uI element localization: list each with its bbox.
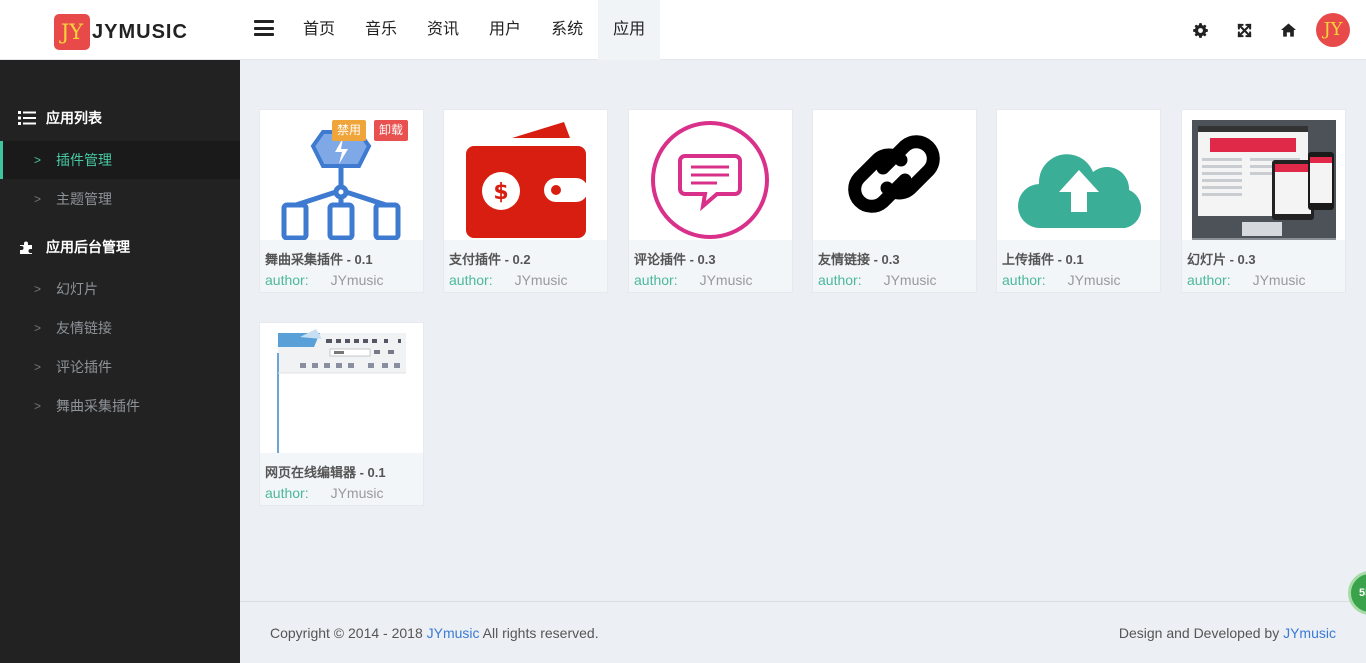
sidebar-item-label: 主题管理 [56, 191, 112, 207]
comment-icon [651, 121, 769, 239]
credit: Design and Developed by JYmusic [1118, 625, 1336, 641]
plugin-card[interactable]: 禁用 卸载 舞曲采集插件 - 0.1 author: JYmusic [259, 109, 424, 293]
plugin-title: 上传插件 - 0.1 [1002, 252, 1084, 267]
plugin-title: 舞曲采集插件 - 0.1 [265, 252, 373, 267]
sidebar-group-app-list: 应用列表 [18, 108, 102, 128]
chevron-right-icon: > [34, 282, 42, 296]
plugin-thumbnail: 禁用 卸载 [260, 110, 423, 240]
credit-link[interactable]: JYmusic [1283, 625, 1336, 641]
plugin-title: 友情链接 - 0.3 [818, 252, 900, 267]
sidebar-item-plugin-manage[interactable]: > 插件管理 [0, 141, 240, 179]
nav-item-system[interactable]: 系统 [536, 0, 598, 60]
chevron-right-icon: > [34, 192, 42, 206]
plugin-author: author: JYmusic [265, 485, 384, 501]
sidebar-group-label: 应用后台管理 [46, 239, 130, 255]
logo-mark: JY [54, 14, 90, 50]
chevron-right-icon: > [34, 399, 42, 413]
plugin-title: 幻灯片 - 0.3 [1187, 252, 1256, 267]
plugin-thumbnail [997, 110, 1160, 240]
link-icon [848, 135, 940, 213]
plugin-author: author: JYmusic [1002, 272, 1121, 288]
plugin-author: author: JYmusic [1187, 272, 1306, 288]
sidebar: 应用列表 > 插件管理 > 主题管理 应用后台管理 > 幻灯片 > 友情链接 >… [0, 60, 240, 663]
sidebar-group-app-admin: 应用后台管理 [18, 237, 130, 257]
nav-item-news[interactable]: 资讯 [412, 0, 474, 60]
plugin-thumbnail [1182, 110, 1345, 240]
plugin-thumbnail [813, 110, 976, 240]
plugin-card[interactable]: 上传插件 - 0.1 author: JYmusic [996, 109, 1161, 293]
plugin-author: author: JYmusic [265, 272, 384, 288]
sidebar-item-comment-plugin[interactable]: > 评论插件 [0, 348, 240, 386]
plugin-card[interactable]: 友情链接 - 0.3 author: JYmusic [812, 109, 977, 293]
list-icon [18, 111, 36, 125]
sidebar-item-label: 幻灯片 [56, 281, 98, 297]
cloud-upload-icon [1017, 154, 1142, 229]
uninstall-button[interactable]: 卸载 [374, 120, 409, 141]
chevron-right-icon: > [34, 321, 42, 335]
plugin-card[interactable]: 网页在线编辑器 - 0.1 author: JYmusic [259, 322, 424, 506]
plugin-title: 评论插件 - 0.3 [634, 252, 716, 267]
plugin-thumbnail [629, 110, 792, 240]
plugin-title: 网页在线编辑器 - 0.1 [265, 465, 386, 480]
nav-item-home[interactable]: 首页 [288, 0, 350, 60]
logo[interactable]: JY JYMUSIC [54, 14, 188, 50]
gear-icon[interactable] [1178, 0, 1222, 60]
sidebar-item-label: 舞曲采集插件 [56, 398, 140, 414]
brand-name: JYMUSIC [92, 20, 188, 43]
sidebar-item-dance-collector[interactable]: > 舞曲采集插件 [0, 387, 240, 425]
slideshow-screenshot [1192, 120, 1336, 240]
home-icon[interactable] [1266, 0, 1310, 60]
nav-item-apps[interactable]: 应用 [598, 0, 661, 60]
fullscreen-icon[interactable] [1222, 0, 1266, 60]
avatar[interactable]: JY [1316, 13, 1350, 47]
nav-item-music[interactable]: 音乐 [350, 0, 412, 60]
plugin-card[interactable]: 幻灯片 - 0.3 author: JYmusic [1181, 109, 1346, 293]
sidebar-item-label: 评论插件 [56, 359, 112, 375]
plugin-author: author: JYmusic [634, 272, 753, 288]
plugin-author: author: JYmusic [818, 272, 937, 288]
sidebar-item-friend-links[interactable]: > 友情链接 [0, 309, 240, 347]
nav-item-users[interactable]: 用户 [474, 0, 536, 60]
editor-screenshot [277, 329, 406, 453]
wallet-icon: $ [466, 122, 588, 238]
chevron-right-icon: > [34, 360, 42, 374]
sidebar-group-label: 应用列表 [46, 110, 102, 126]
plugin-thumbnail: $ [444, 110, 607, 240]
copyright-link[interactable]: JYmusic [427, 625, 480, 641]
sidebar-item-label: 插件管理 [56, 152, 112, 168]
plugin-title: 支付插件 - 0.2 [449, 252, 531, 267]
sidebar-item-slideshow[interactable]: > 幻灯片 [0, 270, 240, 308]
svg-text:$: $ [493, 180, 508, 205]
puzzle-icon [20, 241, 32, 254]
sidebar-item-label: 友情链接 [56, 320, 112, 336]
plugin-thumbnail [260, 323, 423, 453]
top-nav: 首页 音乐 资讯 用户 系统 应用 [288, 0, 661, 60]
copyright: Copyright © 2014 - 2018 JYmusic All righ… [270, 625, 599, 641]
menu-toggle-icon[interactable] [254, 20, 274, 36]
header-actions: JY [1178, 0, 1366, 60]
footer: Copyright © 2014 - 2018 JYmusic All righ… [240, 601, 1366, 663]
chevron-right-icon: > [34, 153, 42, 167]
plugin-card[interactable]: $ 支付插件 - 0.2 author: JYmusic [443, 109, 608, 293]
top-header: JY JYMUSIC 首页 音乐 资讯 用户 系统 应用 JY [0, 0, 1366, 60]
plugin-author: author: JYmusic [449, 272, 568, 288]
disable-button[interactable]: 禁用 [332, 120, 367, 141]
sidebar-item-theme-manage[interactable]: > 主题管理 [0, 180, 240, 218]
plugin-card[interactable]: 评论插件 - 0.3 author: JYmusic [628, 109, 793, 293]
